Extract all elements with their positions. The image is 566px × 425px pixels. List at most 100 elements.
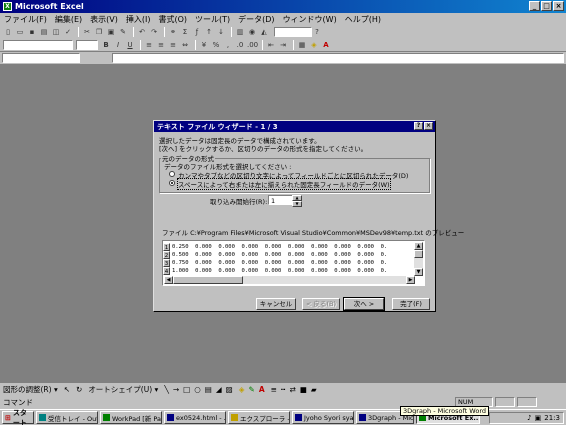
clipart-icon[interactable]: ▨	[226, 385, 233, 394]
formula-input[interactable]	[112, 53, 564, 63]
sort-desc-icon[interactable]: ↓	[216, 27, 226, 37]
finish-button[interactable]: 完了(F)	[392, 298, 430, 310]
dash-style-icon[interactable]: ┅	[281, 385, 286, 394]
italic-icon[interactable]: I	[113, 40, 123, 50]
dialog-close-button[interactable]: ×	[424, 122, 433, 130]
delimited-radio[interactable]	[169, 171, 175, 177]
bold-icon[interactable]: B	[101, 40, 111, 50]
menu-tools[interactable]: ツール(T)	[195, 14, 230, 25]
task-jyoho[interactable]: Jyoho Syori sya...	[292, 411, 354, 424]
sort-asc-icon[interactable]: ↑	[204, 27, 214, 37]
network-icon[interactable]: ▣	[535, 414, 542, 422]
font-color-icon[interactable]: A	[259, 385, 265, 394]
free-rotate-icon[interactable]: ↻	[76, 385, 82, 394]
fixed-width-label[interactable]: スペースによって右または左に揃えられた固定長フィールドのデータ(W)	[177, 178, 391, 190]
new-icon[interactable]: ▯	[3, 27, 13, 37]
autoshapes-menu[interactable]: オートシェイプ(U) ▾	[88, 384, 158, 395]
menu-window[interactable]: ウィンドウ(W)	[283, 14, 337, 25]
arrow-icon[interactable]: →	[173, 385, 179, 394]
underline-icon[interactable]: U	[125, 40, 135, 50]
vertical-scroll-thumb[interactable]	[414, 250, 423, 258]
maximize-button[interactable]: □	[541, 1, 552, 11]
paste-icon[interactable]: ▣	[106, 27, 116, 37]
close-button[interactable]: ×	[553, 1, 564, 11]
font-size-select[interactable]	[76, 39, 98, 50]
volume-icon[interactable]: ♪	[527, 414, 531, 422]
preview-icon[interactable]: ◫	[51, 27, 61, 37]
menu-format[interactable]: 書式(O)	[158, 14, 187, 25]
print-icon[interactable]: ▤	[39, 27, 49, 37]
font-select[interactable]	[3, 39, 73, 50]
3d-icon[interactable]: ▰	[311, 385, 317, 394]
drawing-icon[interactable]: ◭	[259, 27, 269, 37]
help-icon[interactable]: ?	[312, 27, 322, 37]
textbox-icon[interactable]: ▤	[205, 385, 212, 394]
next-button[interactable]: 次へ >	[343, 297, 385, 311]
task-workpad[interactable]: WorkPad [新 Pal...	[100, 411, 162, 424]
undo-icon[interactable]: ↶	[137, 27, 147, 37]
comma-icon[interactable]: ,	[223, 40, 233, 50]
open-icon[interactable]: ▭	[15, 27, 25, 37]
task-inbox[interactable]: 受信トレイ - Out...	[36, 411, 98, 424]
minimize-button[interactable]: _	[529, 1, 540, 11]
scroll-right-icon[interactable]: ▶	[406, 276, 415, 284]
currency-icon[interactable]: ¥	[199, 40, 209, 50]
start-button[interactable]: ⊞ スタート	[2, 409, 34, 425]
horizontal-scroll-thumb[interactable]	[173, 276, 243, 284]
spell-icon[interactable]: ✓	[63, 27, 73, 37]
format-painter-icon[interactable]: ✎	[118, 27, 128, 37]
start-row-spinner[interactable]: ▲ ▼	[292, 195, 302, 207]
autosum-icon[interactable]: Σ	[180, 27, 190, 37]
decrease-decimal-icon[interactable]: .00	[247, 40, 258, 50]
font-color-icon[interactable]: A	[321, 40, 331, 50]
borders-icon[interactable]: ▦	[297, 40, 307, 50]
redo-icon[interactable]: ↷	[149, 27, 159, 37]
merge-center-icon[interactable]: ⇔	[180, 40, 190, 50]
align-center-icon[interactable]: ≡	[156, 40, 166, 50]
clock[interactable]: 21:3	[544, 414, 560, 422]
align-right-icon[interactable]: ≡	[168, 40, 178, 50]
menu-view[interactable]: 表示(V)	[90, 14, 118, 25]
increase-decimal-icon[interactable]: .0	[235, 40, 245, 50]
decrease-indent-icon[interactable]: ⇤	[266, 40, 276, 50]
spin-down-icon[interactable]: ▼	[292, 201, 302, 207]
fill-color-icon[interactable]: ◈	[309, 40, 319, 50]
arrow-style-icon[interactable]: ⇄	[289, 385, 295, 394]
percent-icon[interactable]: %	[211, 40, 221, 50]
line-style-icon[interactable]: ≡	[271, 385, 277, 394]
hyperlink-icon[interactable]: ⚭	[168, 27, 178, 37]
menu-file[interactable]: ファイル(F)	[4, 14, 47, 25]
help-button[interactable]: ?	[414, 122, 423, 130]
oval-icon[interactable]: ○	[194, 385, 201, 394]
increase-indent-icon[interactable]: ⇥	[278, 40, 288, 50]
draw-menu[interactable]: 図形の調整(R) ▾	[3, 384, 58, 395]
rectangle-icon[interactable]: □	[183, 385, 190, 394]
scroll-down-icon[interactable]: ▼	[414, 268, 423, 276]
zoom-select[interactable]	[274, 26, 312, 37]
cancel-button[interactable]: キャンセル	[256, 298, 296, 310]
scroll-left-icon[interactable]: ◀	[164, 276, 173, 284]
select-objects-icon[interactable]: ↖	[64, 385, 70, 394]
chart-wizard-icon[interactable]: ▥	[235, 27, 245, 37]
shadow-icon[interactable]: ■	[300, 385, 307, 394]
name-box[interactable]	[2, 53, 80, 63]
menu-data[interactable]: データ(D)	[238, 14, 274, 25]
dialog-title-bar[interactable]: テキスト ファイル ウィザード - 1 / 3 ? ×	[154, 121, 435, 132]
task-html[interactable]: ex0524.html - ...	[164, 411, 226, 424]
wordart-icon[interactable]: ◢	[216, 385, 222, 394]
line-icon[interactable]: ╲	[164, 385, 169, 394]
task-explorer[interactable]: エクスプローラ - ...	[228, 411, 290, 424]
fill-color-icon[interactable]: ◈	[239, 385, 245, 394]
cut-icon[interactable]: ✂	[82, 27, 92, 37]
line-color-icon[interactable]: ✎	[249, 385, 255, 394]
fixed-width-radio[interactable]	[169, 180, 175, 186]
menu-help[interactable]: ヘルプ(H)	[345, 14, 381, 25]
title-bar[interactable]: X Microsoft Excel _ □ ×	[0, 0, 566, 13]
copy-icon[interactable]: ❐	[94, 27, 104, 37]
menu-insert[interactable]: 挿入(I)	[126, 14, 151, 25]
preview-horizontal-scrollbar[interactable]: ◀ ▶	[164, 276, 415, 284]
preview-vertical-scrollbar[interactable]: ▲ ▼	[414, 242, 423, 276]
menu-edit[interactable]: 編集(E)	[55, 14, 82, 25]
align-left-icon[interactable]: ≡	[144, 40, 154, 50]
back-button[interactable]: < 戻る(B)	[302, 298, 340, 310]
